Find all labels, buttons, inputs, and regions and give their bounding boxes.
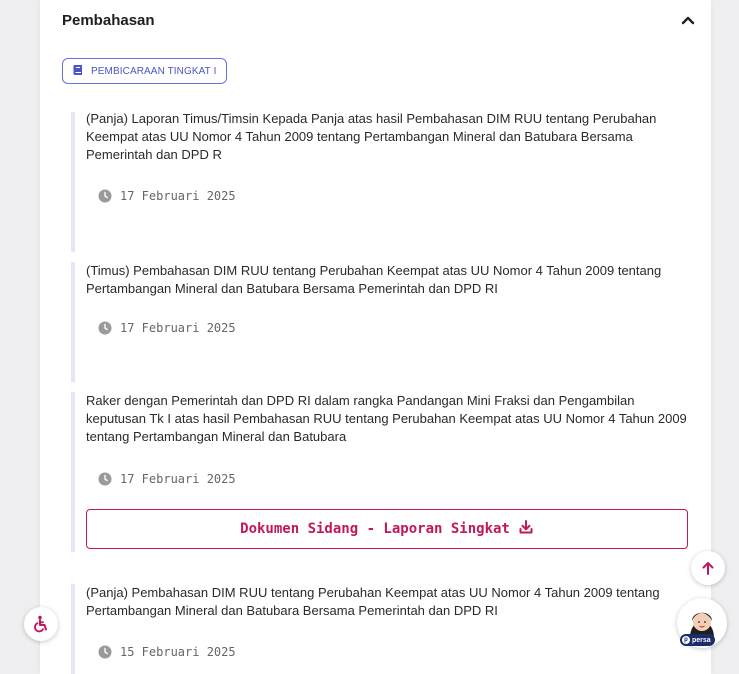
assistant-logo-icon: p <box>682 636 690 644</box>
timeline-line <box>71 392 75 552</box>
session-document-button[interactable]: Dokumen Sidang - Laporan Singkat <box>86 509 688 549</box>
virtual-assistant-button[interactable]: p persa <box>677 598 727 648</box>
agenda-item-date: 17 Februari 2025 <box>120 189 236 203</box>
agenda-item-text: (Panja) Laporan Timus/Timsin Kepada Panj… <box>86 111 657 162</box>
agenda-item-date: 17 Februari 2025 <box>120 472 236 486</box>
timeline-line <box>71 262 75 382</box>
agenda-item-text: (Panja) Pembahasan DIM RUU tentang Perub… <box>86 585 660 618</box>
chevron-up-icon[interactable] <box>678 10 698 30</box>
agenda-item-date: 17 Februari 2025 <box>120 321 236 335</box>
clock-icon <box>98 472 112 486</box>
clock-icon <box>98 321 112 335</box>
arrow-up-icon <box>702 562 714 575</box>
assistant-tag: p persa <box>680 634 715 646</box>
clock-icon <box>98 645 112 659</box>
section-title: Pembahasan <box>62 11 155 29</box>
accessibility-button[interactable] <box>24 607 58 641</box>
agenda-item-date-row: 17 Februari 2025 <box>98 189 236 203</box>
agenda-item-text: Raker dengan Pemerintah dan DPD RI dalam… <box>86 393 687 444</box>
agenda-item-date-row: 17 Februari 2025 <box>98 472 236 486</box>
section-header[interactable]: Pembahasan <box>62 8 698 32</box>
session-document-button-label: Dokumen Sidang - Laporan Singkat <box>240 521 510 537</box>
clock-icon <box>98 189 112 203</box>
agenda-item-text: (Timus) Pembahasan DIM RUU tentang Perub… <box>86 263 662 296</box>
timeline-line <box>71 112 75 252</box>
wheelchair-icon <box>34 615 47 633</box>
agenda-item-date-row: 17 Februari 2025 <box>98 321 236 335</box>
timeline-line <box>71 584 75 674</box>
stage-badge: PEMBICARAAN TINGKAT I <box>62 58 228 84</box>
book-icon <box>71 63 85 80</box>
scroll-to-top-button[interactable] <box>691 551 725 585</box>
agenda-item-date: 15 Februari 2025 <box>120 645 236 659</box>
agenda-item-date-row: 15 Februari 2025 <box>98 645 236 659</box>
download-icon <box>518 519 534 539</box>
stage-badge-label: PEMBICARAAN TINGKAT I <box>91 65 217 77</box>
assistant-tag-label: persa <box>692 636 711 644</box>
discussion-card <box>40 0 711 674</box>
